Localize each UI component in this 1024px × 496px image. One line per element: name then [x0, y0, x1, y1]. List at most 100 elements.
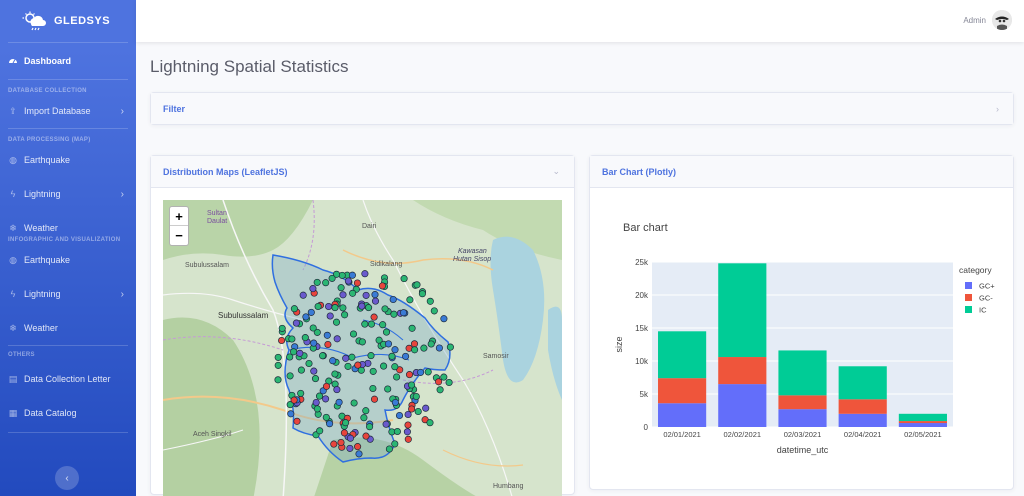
- leaflet-map[interactable]: + − Sultan Daulat Dairi Sidikalang Kawas…: [163, 200, 562, 496]
- filter-card[interactable]: Filter ›: [150, 92, 1014, 125]
- lightning-marker[interactable]: [426, 419, 434, 427]
- lightning-marker[interactable]: [344, 277, 352, 285]
- lightning-marker[interactable]: [408, 405, 416, 413]
- lightning-marker[interactable]: [440, 373, 448, 381]
- lightning-marker[interactable]: [278, 336, 286, 345]
- lightning-marker[interactable]: [309, 285, 317, 293]
- lightning-marker[interactable]: [417, 368, 425, 376]
- map-card-header[interactable]: Distribution Maps (LeafletJS) ⌄: [151, 156, 574, 188]
- lightning-marker[interactable]: [365, 304, 373, 312]
- bar-GC+-4[interactable]: [838, 413, 887, 427]
- lightning-marker[interactable]: [338, 271, 346, 279]
- brand[interactable]: GLEDSYS: [0, 0, 136, 42]
- lightning-marker[interactable]: [310, 339, 318, 347]
- lightning-marker[interactable]: [339, 291, 347, 299]
- sidebar-item-processing-lightning[interactable]: ϟ Lightning ›: [0, 177, 136, 211]
- lightning-marker[interactable]: [315, 392, 324, 400]
- lightning-marker[interactable]: [393, 373, 401, 381]
- lightning-marker[interactable]: [310, 367, 318, 375]
- lightning-marker[interactable]: [358, 338, 366, 346]
- lightning-marker[interactable]: [288, 335, 296, 343]
- chart-card-header[interactable]: Bar Chart (Plotly): [590, 156, 1013, 188]
- lightning-marker[interactable]: [331, 304, 339, 312]
- lightning-marker[interactable]: [333, 335, 341, 343]
- legend-swatch-IC[interactable]: [965, 306, 972, 313]
- lightning-marker[interactable]: [361, 320, 369, 328]
- lightning-marker[interactable]: [323, 331, 331, 339]
- lightning-marker[interactable]: [361, 270, 369, 278]
- sidebar-item-data-catalog[interactable]: ▦ Data Catalog: [0, 396, 136, 430]
- lightning-marker[interactable]: [330, 440, 338, 448]
- lightning-marker[interactable]: [354, 443, 362, 451]
- lightning-marker[interactable]: [367, 320, 376, 328]
- lightning-marker[interactable]: [312, 398, 320, 407]
- bar-IC-2[interactable]: [718, 263, 767, 358]
- lightning-marker[interactable]: [369, 384, 377, 393]
- lightning-marker[interactable]: [418, 290, 426, 298]
- sidebar-item-dashboard[interactable]: Dashboard: [0, 43, 136, 79]
- lightning-marker[interactable]: [296, 349, 304, 357]
- lightning-marker[interactable]: [348, 271, 356, 279]
- lightning-marker[interactable]: [382, 420, 390, 428]
- lightning-marker[interactable]: [305, 359, 313, 368]
- lightning-marker[interactable]: [342, 419, 350, 427]
- lightning-marker[interactable]: [446, 343, 454, 351]
- lightning-marker[interactable]: [350, 399, 358, 407]
- lightning-marker[interactable]: [393, 427, 401, 436]
- lightning-marker[interactable]: [369, 367, 377, 375]
- lightning-marker[interactable]: [328, 274, 336, 282]
- lightning-marker[interactable]: [384, 340, 393, 348]
- lightning-marker[interactable]: [388, 352, 396, 360]
- lightning-marker[interactable]: [314, 302, 322, 311]
- lightning-marker[interactable]: [355, 450, 363, 458]
- lightning-marker[interactable]: [297, 389, 305, 397]
- lightning-marker[interactable]: [402, 352, 410, 360]
- lightning-marker[interactable]: [287, 410, 295, 418]
- lightning-marker[interactable]: [301, 334, 309, 342]
- lightning-marker[interactable]: [353, 279, 361, 287]
- lightning-marker[interactable]: [378, 282, 386, 290]
- lightning-marker[interactable]: [440, 315, 448, 323]
- bar-GC--2[interactable]: [718, 357, 767, 385]
- lightning-marker[interactable]: [341, 311, 349, 319]
- lightning-marker[interactable]: [316, 427, 324, 435]
- lightning-marker[interactable]: [342, 354, 350, 362]
- lightning-marker[interactable]: [274, 353, 282, 361]
- lightning-marker[interactable]: [400, 275, 408, 283]
- lightning-marker[interactable]: [307, 308, 315, 316]
- sidebar-item-info-lightning[interactable]: ϟ Lightning ›: [0, 277, 136, 311]
- lightning-marker[interactable]: [286, 372, 294, 380]
- sidebar-item-processing-earthquake[interactable]: ◍ Earthquake: [0, 143, 136, 177]
- lightning-marker[interactable]: [319, 352, 327, 360]
- lightning-marker[interactable]: [422, 404, 430, 412]
- lightning-marker[interactable]: [412, 392, 420, 401]
- lightning-marker[interactable]: [322, 395, 330, 403]
- lightning-marker[interactable]: [389, 295, 397, 304]
- lightning-marker[interactable]: [322, 413, 330, 421]
- lightning-marker[interactable]: [290, 305, 298, 313]
- lightning-marker[interactable]: [410, 340, 419, 348]
- lightning-marker[interactable]: [405, 371, 414, 379]
- lightning-marker[interactable]: [299, 291, 307, 299]
- lightning-marker[interactable]: [329, 357, 337, 365]
- zoom-out-button[interactable]: −: [170, 226, 188, 245]
- lightning-marker[interactable]: [381, 305, 389, 313]
- lightning-marker[interactable]: [358, 302, 366, 310]
- lightning-marker[interactable]: [309, 324, 317, 332]
- lightning-marker[interactable]: [335, 398, 343, 406]
- sidebar-item-info-earthquake[interactable]: ◍ Earthquake: [0, 243, 136, 277]
- lightning-marker[interactable]: [349, 289, 357, 297]
- bar-GC+-5[interactable]: [898, 423, 947, 427]
- lightning-marker[interactable]: [324, 340, 332, 349]
- lightning-marker[interactable]: [322, 279, 330, 287]
- lightning-marker[interactable]: [435, 378, 443, 386]
- lightning-marker[interactable]: [346, 434, 354, 442]
- lightning-marker[interactable]: [340, 429, 348, 437]
- lightning-marker[interactable]: [406, 296, 414, 304]
- lightning-marker[interactable]: [360, 414, 368, 422]
- filter-header[interactable]: Filter ›: [151, 93, 1013, 124]
- legend-label-GC+[interactable]: GC+: [979, 282, 995, 291]
- lightning-marker[interactable]: [426, 297, 434, 305]
- lightning-marker[interactable]: [370, 313, 378, 321]
- bar-GC--4[interactable]: [838, 399, 887, 414]
